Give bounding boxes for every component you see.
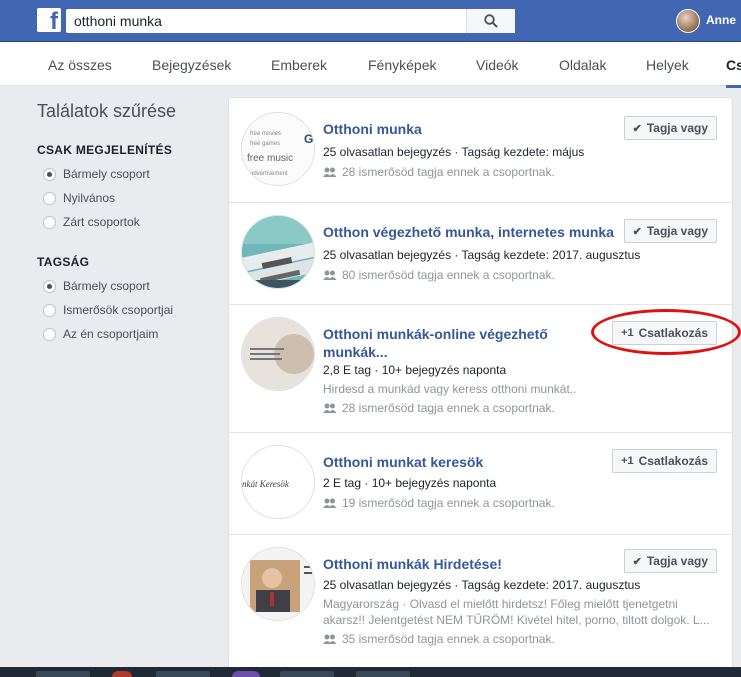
filters-title: Találatok szűrése [37, 101, 177, 121]
show-only-heading: CSAK MEGJELENÍTÉS [37, 143, 173, 157]
taskbar-item[interactable] [36, 671, 90, 677]
search-box[interactable] [66, 9, 515, 33]
friends-icon [323, 167, 337, 177]
taskbar-item[interactable] [280, 671, 334, 677]
radio-button[interactable] [43, 167, 56, 181]
group-title-link[interactable]: Otthoni munkák-online végezhető munkák..… [323, 325, 573, 361]
member-button[interactable]: ✔ Tagja vagy [623, 116, 717, 140]
tab-pages[interactable]: Oldalak [559, 57, 606, 73]
group-thumbnail[interactable]: nkát Keresök [241, 445, 315, 519]
join-plus-icon: +1 [621, 327, 634, 339]
group-friends: 35 ismerősöd tagja ennek a csoportnak. [323, 632, 555, 646]
search-input[interactable] [66, 9, 456, 33]
membership-any-group[interactable]: Bármely csoport [43, 279, 150, 293]
group-meta: 2,8 E tag · 10+ bejegyzés naponta [323, 363, 507, 377]
group-meta: 2 E tag · 10+ bejegyzés naponta [323, 476, 497, 490]
group-friends: 19 ismerősöd tagja ennek a csoportnak. [323, 496, 555, 510]
group-image [242, 548, 314, 620]
search-icon [484, 14, 498, 28]
list-item: Otthoni munkák-online végezhető munkák..… [229, 305, 732, 433]
tab-all[interactable]: Az összes [48, 57, 112, 73]
tab-places[interactable]: Helyek [646, 57, 689, 73]
friends-icon [323, 634, 337, 644]
taskbar-item[interactable] [232, 671, 260, 677]
group-meta: 25 olvasatlan bejegyzés · Tagság kezdete… [323, 145, 585, 159]
list-item: Otthon végezhető munka, internetes munka… [229, 203, 732, 305]
group-friends: 80 ismerősöd tagja ennek a csoportnak. [323, 268, 555, 282]
group-title-link[interactable]: Otthon végezhető munka, internetes munka [323, 223, 643, 241]
list-item: Otthoni munkák Hirdetése! 25 olvasatlan … [229, 535, 732, 676]
search-tabs: Az összes Bejegyzések Emberek Fényképek … [0, 42, 741, 88]
filter-public[interactable]: Nyilvános [43, 191, 115, 205]
svg-text:free games: free games [250, 141, 280, 147]
svg-text:nkát Keresök: nkát Keresök [242, 479, 290, 489]
tab-photos[interactable]: Fényképek [368, 57, 436, 73]
group-description: Hirdesd a munkád vagy keress otthoni mun… [323, 382, 577, 396]
join-plus-icon: +1 [621, 455, 634, 467]
results-list: free movies free games free music advert… [228, 97, 733, 677]
top-navigation-bar: f Anne [0, 0, 741, 42]
group-title-link[interactable]: Otthoni munka [323, 120, 623, 138]
group-thumbnail[interactable]: free movies free games free music advert… [241, 112, 315, 186]
user-name-link[interactable]: Anne [706, 13, 736, 27]
group-image [242, 318, 314, 390]
group-image: free movies free games free music advert… [242, 113, 314, 185]
membership-my-groups[interactable]: Az én csoportjaim [43, 327, 158, 341]
radio-button[interactable] [43, 279, 56, 293]
group-title-link[interactable]: Otthoni munkat keresök [323, 453, 623, 471]
membership-friends-groups[interactable]: Ismerősök csoportjai [43, 303, 173, 317]
svg-text:free movies: free movies [250, 131, 281, 137]
group-meta: 25 olvasatlan bejegyzés · Tagság kezdete… [323, 578, 641, 592]
radio-button[interactable] [43, 327, 56, 341]
radio-button[interactable] [43, 303, 56, 317]
membership-heading: TAGSÁG [37, 255, 90, 269]
group-thumbnail[interactable] [241, 215, 315, 289]
group-image [242, 216, 314, 288]
group-friends: 28 ismerősöd tagja ennek a csoportnak. [323, 165, 555, 179]
checkmark-icon: ✔ [632, 555, 642, 568]
group-friends: 28 ismerősöd tagja ennek a csoportnak. [323, 401, 555, 415]
taskbar-item[interactable] [356, 671, 410, 677]
checkmark-icon: ✔ [632, 225, 642, 238]
list-item: free movies free games free music advert… [229, 98, 732, 203]
facebook-logo-icon[interactable]: f [37, 8, 61, 32]
group-meta: 25 olvasatlan bejegyzés · Tagság kezdete… [323, 248, 641, 262]
filter-any-group[interactable]: Bármely csoport [43, 167, 150, 181]
tab-groups[interactable]: Cs [726, 57, 741, 88]
svg-text:G: G [304, 132, 313, 146]
member-button[interactable]: ✔ Tagja vagy [623, 549, 717, 573]
friends-icon [323, 270, 337, 280]
taskbar-item[interactable] [112, 671, 132, 677]
tab-people[interactable]: Emberek [271, 57, 327, 73]
member-button[interactable]: ✔ Tagja vagy [623, 219, 717, 243]
group-image: nkát Keresök [242, 446, 314, 518]
friends-icon [323, 403, 337, 413]
group-thumbnail[interactable] [241, 547, 315, 621]
join-button[interactable]: +1 Csatlakozás [612, 449, 717, 473]
search-button[interactable] [466, 9, 515, 33]
radio-button[interactable] [43, 215, 56, 229]
radio-button[interactable] [43, 191, 56, 205]
tab-posts[interactable]: Bejegyzések [152, 57, 231, 73]
checkmark-icon: ✔ [632, 122, 642, 135]
list-item: nkát Keresök Otthoni munkat keresök 2 E … [229, 433, 732, 535]
group-thumbnail[interactable] [241, 317, 315, 391]
svg-text:free music: free music [247, 153, 293, 164]
group-title-link[interactable]: Otthoni munkák Hirdetése! [323, 555, 623, 573]
group-description: Magyarország · Olvasd el mielőtt hirdets… [323, 597, 710, 627]
join-button[interactable]: +1 Csatlakozás [612, 321, 717, 345]
taskbar-item[interactable] [156, 671, 210, 677]
filter-closed-groups[interactable]: Zárt csoportok [43, 215, 140, 229]
user-avatar[interactable] [676, 9, 700, 33]
friends-icon [323, 498, 337, 508]
svg-text:advertisement: advertisement [250, 171, 288, 177]
tab-videos[interactable]: Videók [476, 57, 519, 73]
